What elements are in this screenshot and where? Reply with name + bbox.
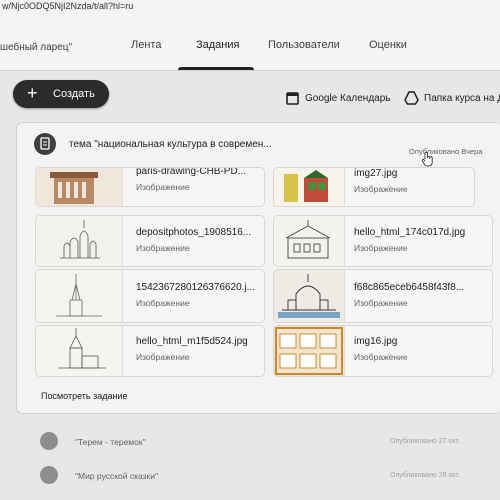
attachment-card[interactable]: 1542367280126376620.j... Изображение bbox=[35, 269, 265, 323]
attachment-card[interactable]: depositphotos_1908516... Изображение bbox=[35, 215, 265, 267]
attachment-card[interactable]: img16.jpg Изображение bbox=[273, 325, 493, 377]
stream-item-time: Опубликовано 26 окт. bbox=[390, 472, 460, 479]
attachment-name: hello_html_174c017d.jpg bbox=[354, 227, 466, 238]
create-button[interactable]: + Создать bbox=[13, 80, 109, 108]
image-thumbnail bbox=[36, 270, 123, 322]
tab-stream[interactable]: Лента bbox=[131, 39, 161, 51]
image-thumbnail bbox=[36, 216, 123, 266]
assignment-icon bbox=[34, 133, 56, 155]
stream-item-title: "Мир русской сказки" bbox=[75, 471, 159, 481]
google-calendar-link[interactable]: Google Календарь bbox=[305, 93, 391, 104]
plus-icon: + bbox=[27, 83, 38, 103]
image-thumbnail bbox=[274, 270, 345, 322]
attachment-type: Изображение bbox=[354, 243, 408, 253]
topic-title[interactable]: тема "национальная культура в современ..… bbox=[69, 139, 272, 150]
calendar-icon bbox=[286, 92, 299, 105]
attachment-card[interactable]: hello_html_m1f5d524.jpg Изображение bbox=[35, 325, 265, 377]
active-tab-indicator bbox=[178, 67, 254, 70]
attachment-type: Изображение bbox=[354, 352, 408, 362]
stream-item-time: Опубликовано 27 окт. bbox=[390, 438, 460, 445]
attachment-type: Изображение bbox=[136, 182, 190, 192]
drive-folder-link[interactable]: Папка курса на Д bbox=[424, 93, 500, 104]
stream-item[interactable]: "Мир русской сказки" Опубликовано 26 окт… bbox=[40, 466, 500, 486]
url-text: w/Njc0ODQ5NjI2Nzda/t/all?hl=ru bbox=[2, 1, 134, 11]
attachment-card[interactable]: img27.jpg Изображение bbox=[273, 167, 475, 207]
assignment-icon bbox=[40, 432, 58, 450]
image-thumbnail bbox=[274, 168, 345, 206]
attachment-card[interactable]: f68c865eceb6458f43f8... Изображение bbox=[273, 269, 493, 323]
attachment-type: Изображение bbox=[136, 352, 190, 362]
assignment-icon bbox=[40, 466, 58, 484]
attachment-type: Изображение bbox=[354, 184, 408, 194]
attachment-name: img27.jpg bbox=[354, 168, 398, 179]
hand-cursor-icon bbox=[421, 151, 433, 167]
attachment-name: img16.jpg bbox=[354, 336, 398, 347]
stream-item-title: "Терем - теремок" bbox=[75, 437, 146, 447]
attachment-name: depositphotos_1908516... bbox=[136, 227, 252, 238]
topic-card[interactable]: тема "национальная культура в современ..… bbox=[16, 122, 500, 414]
stream-item[interactable]: "Терем - теремок" Опубликовано 27 окт. bbox=[40, 432, 500, 452]
image-thumbnail bbox=[36, 168, 123, 206]
image-thumbnail bbox=[274, 216, 345, 266]
attachment-card[interactable]: hello_html_174c017d.jpg Изображение bbox=[273, 215, 493, 267]
class-title: шебный ларец" bbox=[0, 42, 73, 53]
top-navigation: шебный ларец" Лента Задания Пользователи… bbox=[0, 14, 500, 71]
tab-classwork[interactable]: Задания bbox=[196, 39, 239, 51]
view-task-link[interactable]: Посмотреть задание bbox=[41, 391, 128, 401]
attachment-card[interactable]: paris-drawing-CHB-PD... Изображение bbox=[35, 167, 265, 207]
create-button-label: Создать bbox=[53, 88, 95, 100]
tab-grades[interactable]: Оценки bbox=[369, 39, 407, 51]
address-bar[interactable]: w/Njc0ODQ5NjI2Nzda/t/all?hl=ru bbox=[0, 0, 500, 15]
attachment-name: paris-drawing-CHB-PD... bbox=[136, 167, 247, 177]
tab-people[interactable]: Пользователи bbox=[268, 39, 340, 51]
attachment-type: Изображение bbox=[136, 243, 190, 253]
attachment-name: f68c865eceb6458f43f8... bbox=[354, 282, 465, 293]
attachment-type: Изображение bbox=[354, 298, 408, 308]
image-thumbnail bbox=[274, 326, 345, 376]
attachment-type: Изображение bbox=[136, 298, 190, 308]
drive-icon bbox=[404, 91, 419, 105]
attachment-name: hello_html_m1f5d524.jpg bbox=[136, 336, 248, 347]
image-thumbnail bbox=[36, 326, 123, 376]
attachment-name: 1542367280126376620.j... bbox=[136, 282, 256, 293]
